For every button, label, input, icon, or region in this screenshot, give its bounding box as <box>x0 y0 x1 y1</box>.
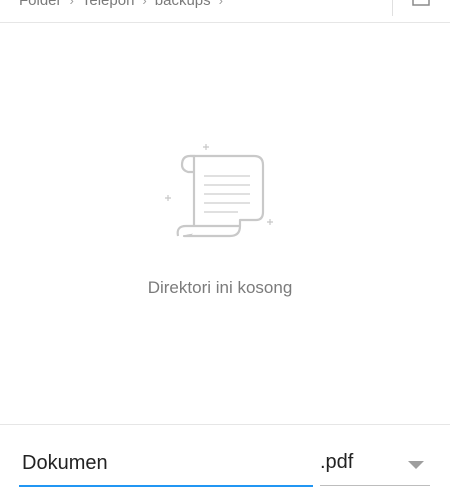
empty-directory-message: Direktori ini kosong <box>147 278 293 297</box>
breadcrumb-item-telepon[interactable]: Telepon <box>82 0 135 9</box>
scroll-icon <box>165 144 273 238</box>
save-bar: .pdf <box>0 424 450 501</box>
filename-field[interactable] <box>19 445 313 487</box>
toolbar-divider <box>392 0 393 16</box>
breadcrumb: Folder › Telepon › backups › <box>19 0 223 9</box>
breadcrumb-separator-icon: › <box>69 0 74 8</box>
filename-input[interactable] <box>19 445 312 481</box>
breadcrumb-separator-icon: › <box>218 0 223 8</box>
chevron-down-icon[interactable] <box>408 461 424 469</box>
extension-select[interactable]: .pdf <box>320 445 430 486</box>
extension-value: .pdf <box>320 451 354 473</box>
breadcrumb-item-backups[interactable]: backups <box>155 0 211 9</box>
breadcrumb-item-folder[interactable]: Folder <box>19 0 62 9</box>
breadcrumb-separator-icon: › <box>142 0 147 8</box>
new-folder-icon[interactable] <box>412 0 430 6</box>
breadcrumb-bar: Folder › Telepon › backups › <box>0 0 450 23</box>
